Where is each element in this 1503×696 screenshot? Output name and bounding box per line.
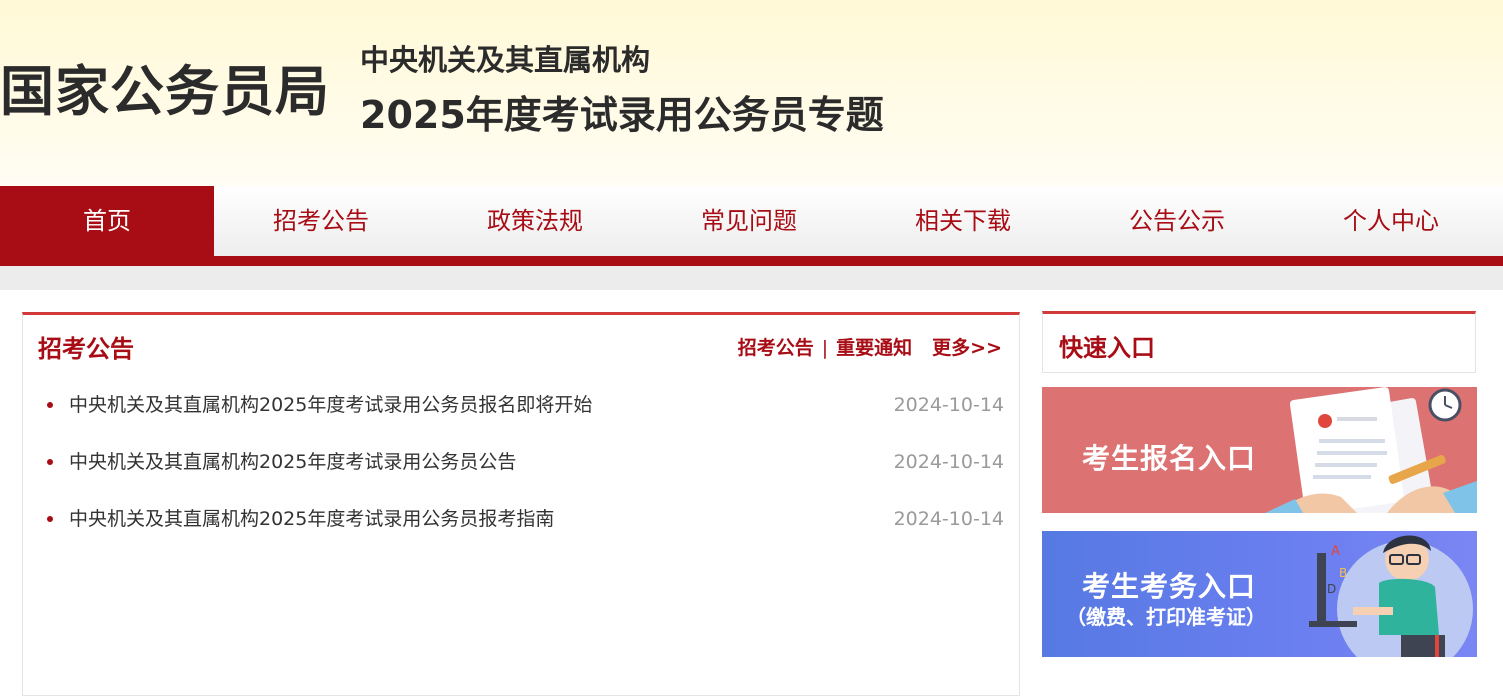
recruitment-news-panel: 招考公告 招考公告 | 重要通知 更多>> 中央机关及其直属机构2025年度考试录用公… (22, 312, 1020, 696)
link-separator: | (821, 337, 829, 359)
nav-item-downloads[interactable]: 相关下载 (856, 186, 1070, 256)
nav-item-policies[interactable]: 政策法规 (428, 186, 642, 256)
nav-item-personal-center[interactable]: 个人中心 (1284, 186, 1498, 256)
header-title: 2025年度考试录用公务员专题 (360, 93, 884, 137)
exam-affairs-entry-sublabel: （缴费、打印准考证） (1066, 605, 1266, 629)
svg-text:A: A (1331, 544, 1340, 559)
exam-affairs-entry-label: 考生考务入口 (1082, 570, 1257, 603)
nav-item-home[interactable]: 首页 (0, 186, 214, 256)
list-item: 中央机关及其直属机构2025年度考试录用公务员报名即将开始 2024-10-14 (23, 387, 1019, 444)
important-notice-link[interactable]: 重要通知 (836, 337, 912, 359)
registration-document-illustration (1265, 387, 1477, 513)
news-title-link[interactable]: 中央机关及其直属机构2025年度考试录用公务员公告 (69, 444, 516, 480)
site-header: 国家公务员局 中央机关及其直属机构 2025年度考试录用公务员专题 (0, 0, 1503, 186)
news-title-link[interactable]: 中央机关及其直属机构2025年度考试录用公务员报考指南 (69, 501, 554, 537)
quick-access-title: 快速入口 (1059, 334, 1155, 362)
registration-entry-label: 考生报名入口 (1082, 442, 1257, 475)
news-date: 2024-10-14 (893, 451, 1004, 473)
nav-item-faq[interactable]: 常见问题 (642, 186, 856, 256)
divider-band (0, 266, 1503, 290)
panel-title: 招考公告 (38, 335, 134, 363)
nav-item-recruitment[interactable]: 招考公告 (214, 186, 428, 256)
panel-links: 招考公告 | 重要通知 更多>> (738, 333, 1002, 360)
news-title-link[interactable]: 中央机关及其直属机构2025年度考试录用公务员报名即将开始 (69, 387, 592, 423)
student-at-computer-illustration: A B D (1309, 535, 1473, 657)
header-subtitle: 中央机关及其直属机构 (360, 43, 651, 77)
registration-entry-button[interactable]: 考生报名入口 (1042, 387, 1477, 513)
main-nav: 首页 招考公告 政策法规 常见问题 相关下载 公告公示 个人中心 (0, 186, 1503, 266)
bullet-icon (47, 459, 53, 465)
news-date: 2024-10-14 (893, 508, 1004, 530)
nav-item-announcements[interactable]: 公告公示 (1070, 186, 1284, 256)
list-item: 中央机关及其直属机构2025年度考试录用公务员公告 2024-10-14 (23, 444, 1019, 501)
svg-text:D: D (1327, 582, 1336, 596)
more-link[interactable]: 更多>> (932, 337, 1002, 359)
news-list: 中央机关及其直属机构2025年度考试录用公务员报名即将开始 2024-10-14… (23, 387, 1019, 558)
list-item: 中央机关及其直属机构2025年度考试录用公务员报考指南 2024-10-14 (23, 501, 1019, 558)
svg-text:B: B (1339, 566, 1347, 580)
news-date: 2024-10-14 (893, 394, 1004, 416)
bullet-icon (47, 516, 53, 522)
bullet-icon (47, 402, 53, 408)
quick-access-panel: 快速入口 (1042, 311, 1476, 373)
recruitment-link[interactable]: 招考公告 (738, 337, 814, 359)
site-logo[interactable]: 国家公务员局 (0, 52, 330, 132)
exam-affairs-entry-button[interactable]: A B D 考生考务入口 （缴费、打印准考证） (1042, 531, 1477, 657)
